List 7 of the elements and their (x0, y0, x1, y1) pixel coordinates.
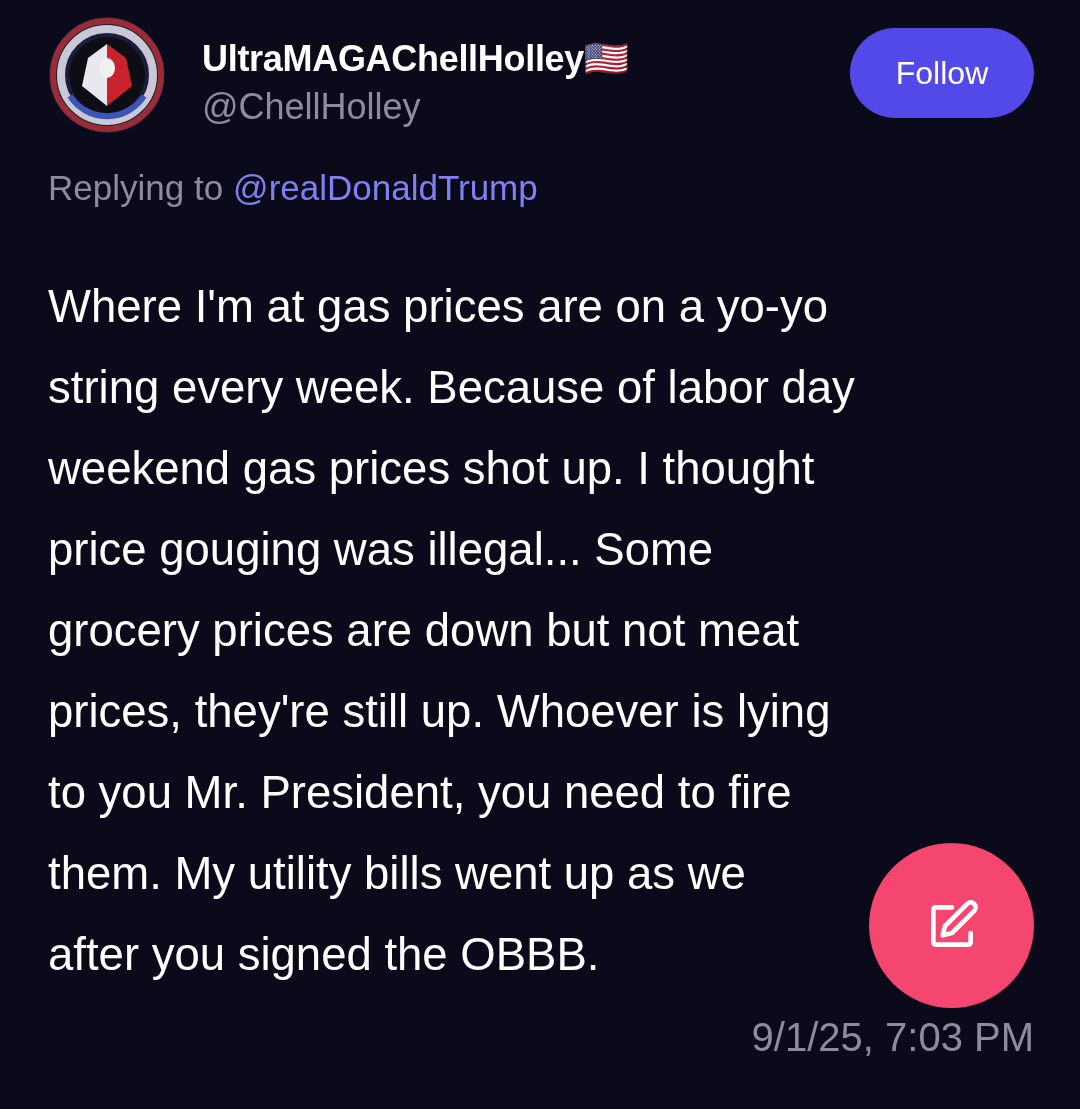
display-name: UltraMAGAChellHolley🇺🇸 (202, 38, 630, 80)
timestamp: 9/1/25, 7:03 PM (751, 1015, 1034, 1060)
user-handle: @ChellHolley (202, 86, 422, 128)
mention-link[interactable]: @realDonaldTrump (233, 168, 538, 208)
replying-label: Replying to (48, 168, 224, 208)
post-text: Where I'm at gas prices are on a yo-yo string every week. Because of labor day weekend gas prices shot up. I thought price gouging was illegal... Some grocery prices are down but not meat prices, they're still up. Whoever is lying to you Mr. President, you need to fire them. My utility bills went up as we after you signed the OBBB. (48, 280, 855, 982)
follow-button[interactable]: Follow (850, 28, 1034, 118)
